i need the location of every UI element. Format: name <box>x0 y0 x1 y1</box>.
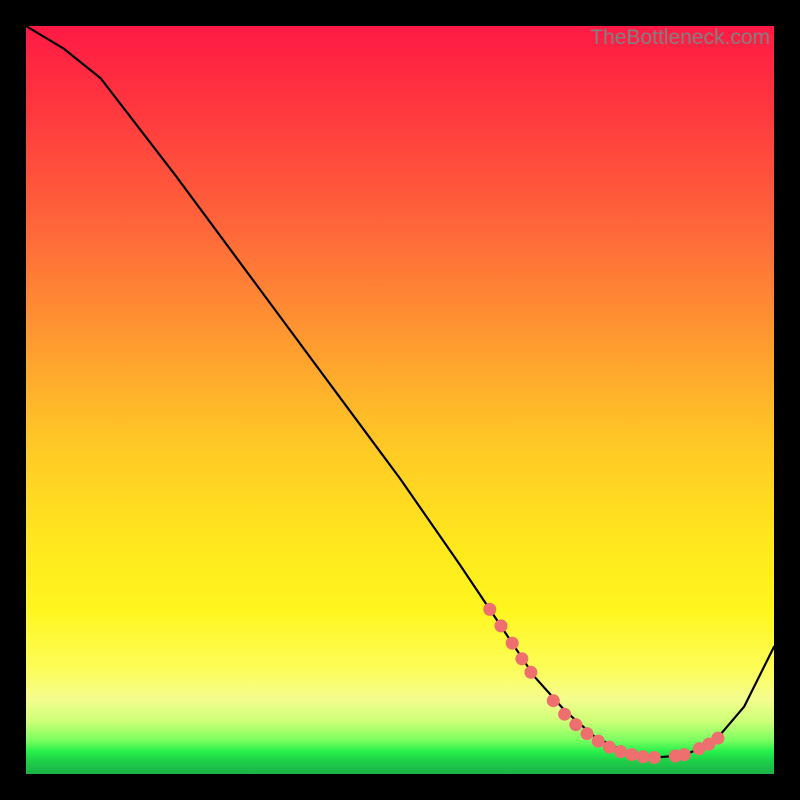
data-point <box>678 748 691 761</box>
plot-area: TheBottleneck.com <box>26 26 774 774</box>
data-point <box>603 741 616 754</box>
data-point <box>581 727 594 740</box>
data-point <box>495 619 508 632</box>
data-point <box>614 745 627 758</box>
marker-group <box>483 603 724 764</box>
data-point <box>648 751 661 764</box>
data-point <box>483 603 496 616</box>
data-point <box>524 666 537 679</box>
data-point <box>637 750 650 763</box>
data-point <box>625 748 638 761</box>
chart-frame: TheBottleneck.com <box>0 0 800 800</box>
data-point <box>515 652 528 665</box>
data-point <box>506 637 519 650</box>
data-point <box>569 718 582 731</box>
data-point <box>592 735 605 748</box>
bottleneck-curve <box>26 26 774 758</box>
curve-svg <box>26 26 774 774</box>
data-point <box>711 732 724 745</box>
data-point <box>547 694 560 707</box>
data-point <box>558 708 571 721</box>
